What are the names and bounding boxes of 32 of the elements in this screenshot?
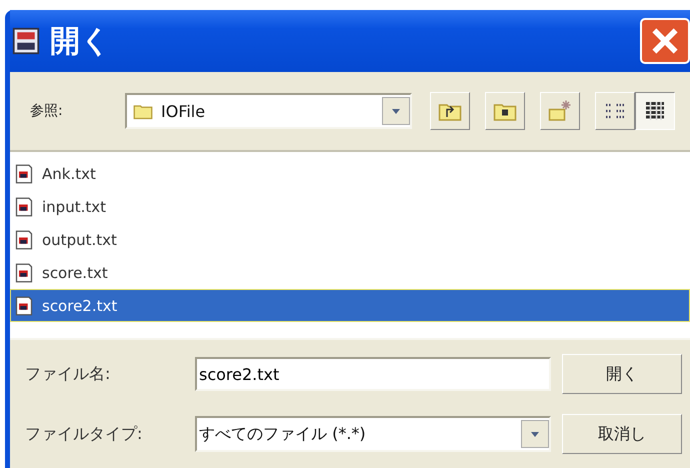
home-button[interactable]: [485, 92, 525, 130]
details-view-button[interactable]: [635, 92, 675, 130]
dropdown-button[interactable]: [382, 97, 410, 125]
new-folder-button[interactable]: [540, 92, 580, 130]
file-item[interactable]: input.txt: [10, 190, 690, 223]
file-icon: [14, 262, 34, 284]
file-type-dropdown[interactable]: すべてのファイル (*.*): [195, 416, 551, 452]
file-icon: [14, 294, 34, 316]
new-folder-icon: [548, 99, 572, 123]
cancel-button[interactable]: 取消し: [562, 414, 682, 454]
file-name-label: ファイル名:: [25, 364, 112, 384]
window-title: 開く: [50, 22, 112, 60]
open-button[interactable]: 開く: [562, 354, 682, 394]
file-name-field[interactable]: score2.txt: [195, 357, 551, 391]
look-in-label: 参照:: [30, 102, 64, 120]
file-item[interactable]: output.txt: [10, 223, 690, 256]
details-view-icon: [643, 99, 667, 123]
file-icon: [14, 196, 34, 218]
file-icon: [14, 228, 34, 250]
up-folder-button[interactable]: [430, 92, 470, 130]
file-item[interactable]: score.txt: [10, 256, 690, 289]
file-type-label: ファイルタイプ:: [25, 424, 144, 444]
file-icon: [14, 162, 34, 184]
file-type-value: すべてのファイル (*.*): [199, 424, 367, 444]
file-item[interactable]: score2.txt: [10, 289, 690, 322]
look-in-dropdown[interactable]: IOFile: [125, 93, 412, 129]
look-in-value: IOFile: [161, 102, 206, 120]
close-button[interactable]: [640, 18, 690, 64]
app-icon: [12, 27, 40, 55]
file-item[interactable]: Ank.txt: [10, 157, 690, 190]
list-view-button[interactable]: [595, 92, 635, 130]
dropdown-button[interactable]: [521, 420, 549, 448]
